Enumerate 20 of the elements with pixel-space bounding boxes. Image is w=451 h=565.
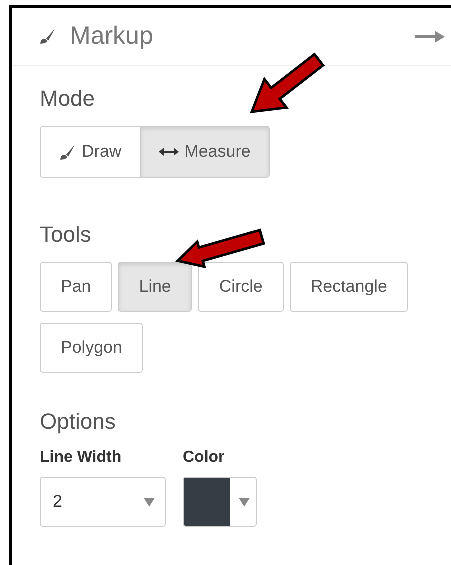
arrow-right-icon[interactable] [415, 30, 445, 42]
tool-button[interactable]: Line [118, 262, 192, 312]
brush-icon [39, 28, 56, 45]
line-width-select[interactable]: 2 [40, 477, 166, 527]
tool-button[interactable]: Pan [40, 262, 112, 312]
section-heading: Options [40, 409, 117, 435]
caret-icon [144, 498, 155, 506]
mode-button[interactable]: Measure [140, 127, 269, 177]
section-heading: Tools [40, 222, 92, 248]
color-picker[interactable] [183, 477, 257, 527]
tool-button[interactable]: Circle [198, 262, 284, 312]
brush-icon [59, 144, 76, 160]
field-label: Line Width [40, 449, 123, 467]
field-label: Color [183, 449, 226, 467]
double-arrow-icon [158, 147, 179, 157]
tool-button[interactable]: Polygon [40, 323, 144, 373]
tool-button[interactable]: Rectangle [290, 262, 408, 312]
caret-icon [239, 498, 250, 506]
section-heading: Mode [40, 86, 96, 112]
panel-title: Markup [70, 22, 154, 51]
